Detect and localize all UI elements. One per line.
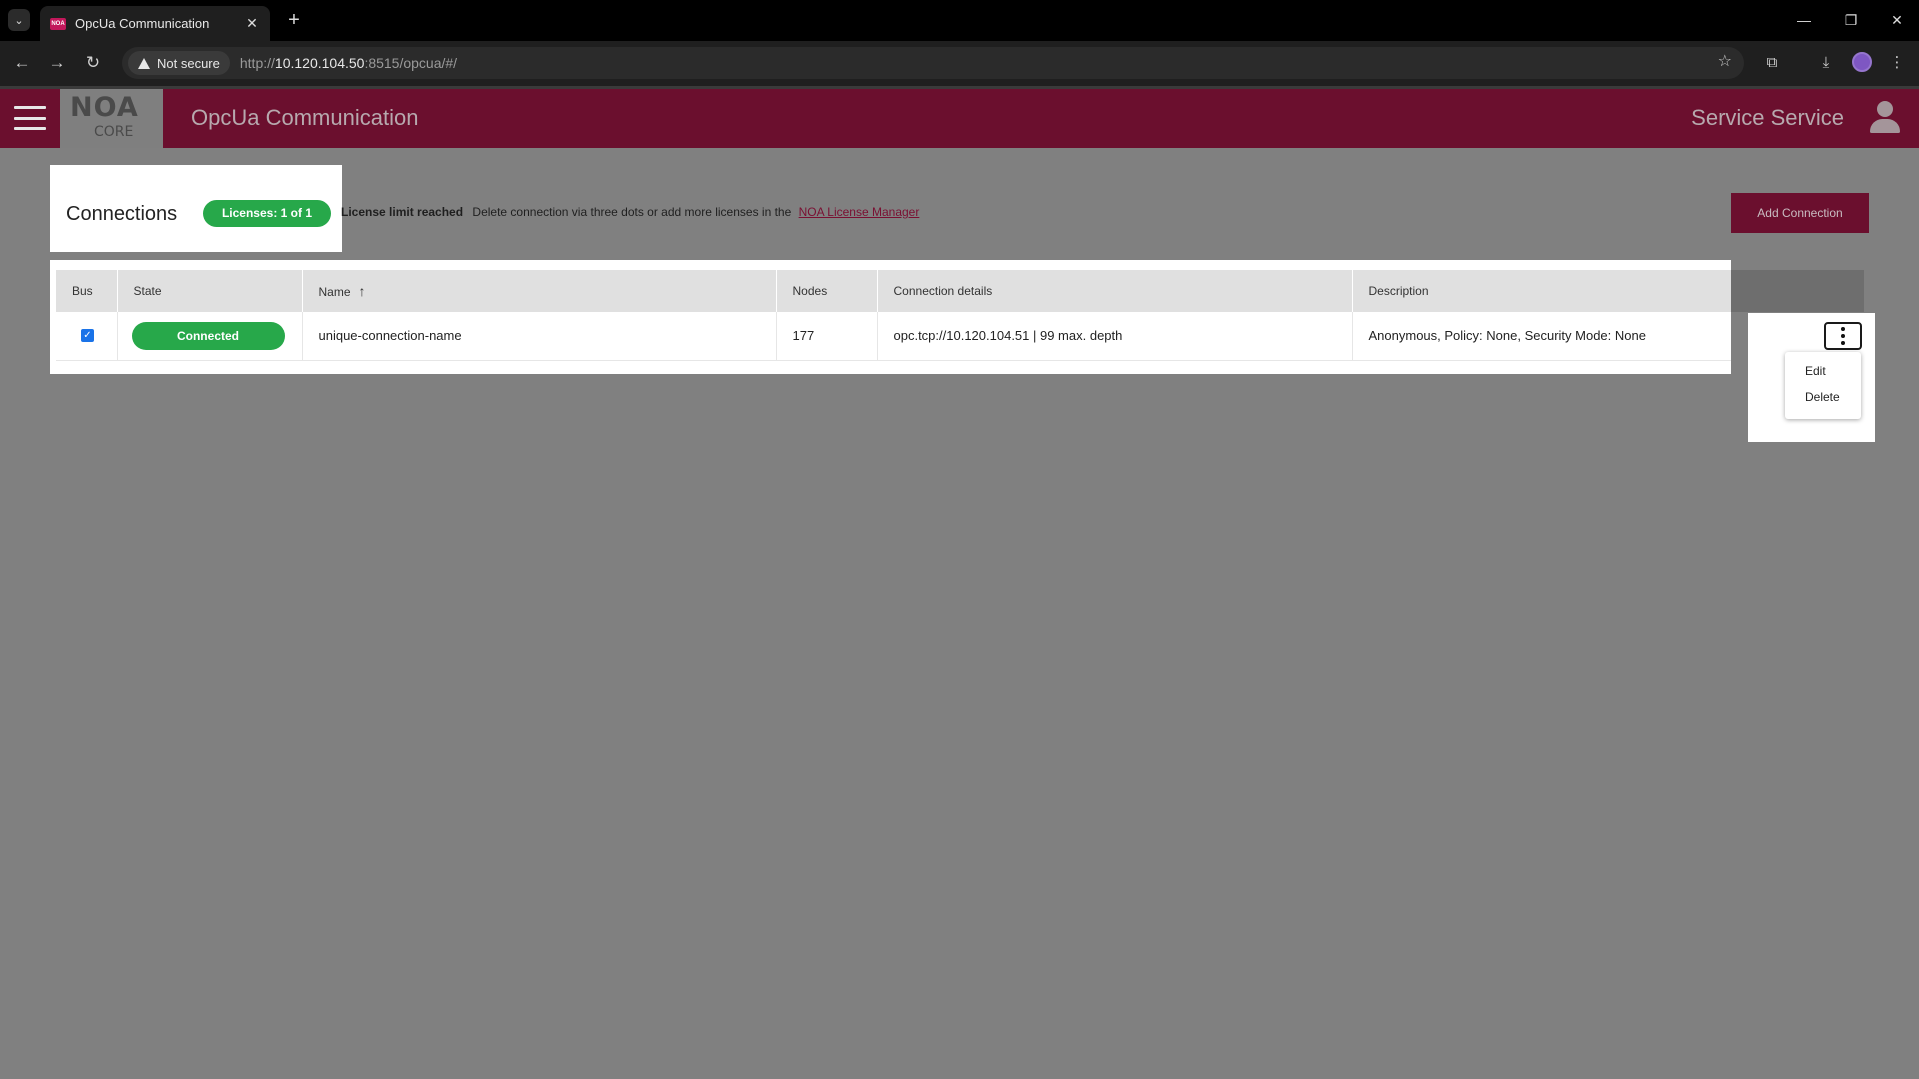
column-header-state[interactable]: State <box>117 270 303 312</box>
menu-item-delete[interactable]: Delete <box>1785 388 1861 414</box>
url-host: 10.120.104.50 <box>274 55 365 71</box>
nodes-cell: 177 <box>776 312 878 361</box>
site-info-chip[interactable]: Not secure <box>128 51 230 75</box>
url-prefix: http:// <box>239 55 275 71</box>
user-account-icon[interactable] <box>1869 101 1901 135</box>
tab-close-icon[interactable]: ✕ <box>244 15 260 32</box>
restore-icon[interactable]: ❐ <box>1836 8 1866 32</box>
noa-core-logo[interactable]: NOA CORE <box>60 89 163 148</box>
reload-icon[interactable]: ↻ <box>81 51 105 75</box>
profile-avatar-icon[interactable] <box>1852 52 1872 72</box>
state-cell: Connected <box>117 312 303 361</box>
row-actions-dropdown: Edit Delete <box>1785 352 1861 419</box>
add-connection-button[interactable]: Add Connection <box>1731 193 1869 233</box>
license-limit-title: License limit reached <box>341 205 464 219</box>
app-header: NOA CORE OpcUa Communication Service Ser… <box>0 89 1919 148</box>
browser-toolbar: ← → ↻ Not secure http://10.120.104.50:85… <box>0 41 1919 86</box>
download-icon[interactable]: ⤓ <box>1815 52 1837 74</box>
connections-title: Connections <box>66 203 178 225</box>
column-header-connection-details[interactable]: Connection details <box>877 270 1353 312</box>
forward-arrow-icon[interactable]: → <box>45 51 69 75</box>
table-row[interactable]: ✓ Connected unique-connection-name 177 o… <box>56 312 1731 361</box>
license-count-badge: Licenses: 1 of 1 <box>203 200 331 227</box>
sort-ascending-icon[interactable]: ↑ <box>359 283 366 299</box>
column-header-name-label: Name <box>318 285 351 299</box>
license-limit-text: Delete connection via three dots or add … <box>472 205 792 219</box>
column-header-bus[interactable]: Bus <box>56 270 118 312</box>
connections-table-card: Bus State Name ↑ Nodes Connection details… <box>50 260 1731 374</box>
window-close-icon[interactable]: ✕ <box>1882 8 1912 32</box>
connections-table: Bus State Name ↑ Nodes Connection details… <box>56 270 1731 361</box>
tab-search-chevron-icon[interactable]: ⌄ <box>8 9 30 31</box>
state-badge: Connected <box>131 321 285 350</box>
browser-menu-icon[interactable]: ⋮ <box>1886 52 1908 74</box>
bookmark-star-icon[interactable]: ☆ <box>1718 51 1732 71</box>
tab-title: OpcUa Communication <box>75 16 210 31</box>
address-bar[interactable]: Not secure http://10.120.104.50:8515/opc… <box>122 47 1744 79</box>
logo-text: NOA <box>70 92 139 123</box>
back-arrow-icon[interactable]: ← <box>10 51 34 75</box>
license-limit-message: License limit reached Delete connection … <box>341 205 919 219</box>
hamburger-menu-icon[interactable] <box>14 106 46 130</box>
new-tab-plus-icon[interactable]: + <box>282 8 306 32</box>
page-title: OpcUa Communication <box>191 105 419 130</box>
bus-checkbox[interactable]: ✓ <box>81 329 94 343</box>
menu-item-edit[interactable]: Edit <box>1785 362 1861 388</box>
bus-cell: ✓ <box>56 312 118 361</box>
url-path: :8515/opcua/#/ <box>364 55 458 71</box>
warning-icon <box>138 57 150 69</box>
column-header-nodes[interactable]: Nodes <box>776 270 878 312</box>
extensions-icon[interactable]: ⧉ <box>1761 52 1783 74</box>
logo-subtext: CORE <box>94 124 134 140</box>
connection-details-cell: opc.tcp://10.120.104.51 | 99 max. depth <box>877 312 1353 361</box>
table-header-row: Bus State Name ↑ Nodes Connection details… <box>56 270 1731 312</box>
url-text[interactable]: http://10.120.104.50:8515/opcua/#/ <box>240 55 457 71</box>
connections-header-card: Connections Licenses: 1 of 1 <box>50 165 342 252</box>
minimize-icon[interactable]: — <box>1789 8 1819 32</box>
column-header-name[interactable]: Name ↑ <box>302 270 777 312</box>
name-cell: unique-connection-name <box>302 312 777 361</box>
browser-tab-bar: ⌄ NOA OpcUa Communication ✕ + — ❐ ✕ <box>0 0 1919 41</box>
not-secure-label: Not secure <box>157 55 220 71</box>
more-options-kebab-icon[interactable] <box>1824 322 1862 350</box>
user-name[interactable]: Service Service <box>1691 105 1844 131</box>
table-header-actions-cell <box>1731 270 1864 312</box>
browser-tab[interactable]: NOA OpcUa Communication ✕ <box>40 6 270 41</box>
tab-favicon-icon: NOA <box>50 17 66 30</box>
column-header-description[interactable]: Description <box>1352 270 1731 312</box>
license-manager-link[interactable]: NOA License Manager <box>799 205 920 219</box>
description-cell: Anonymous, Policy: None, Security Mode: … <box>1352 312 1731 361</box>
